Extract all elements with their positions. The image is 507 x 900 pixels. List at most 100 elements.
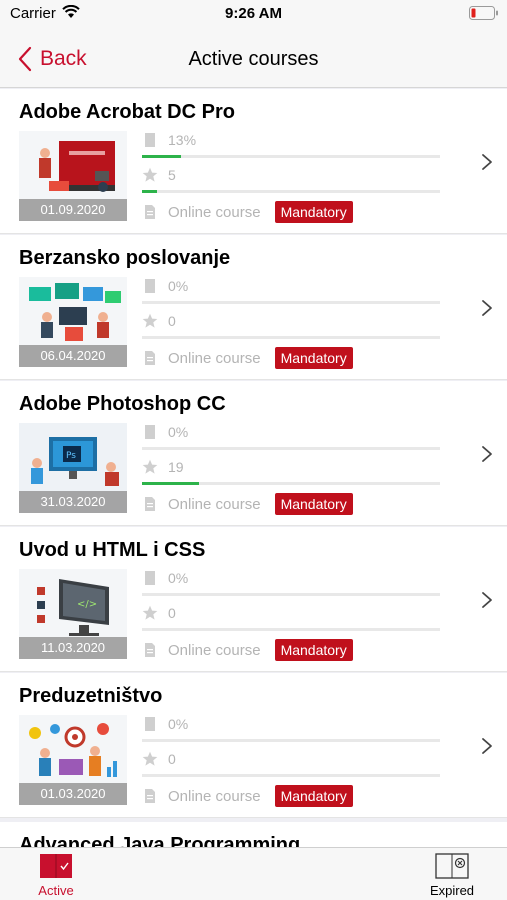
course-list[interactable]: Adobe Acrobat DC Pro 01.09.2020 13% 5 On… [0, 89, 507, 847]
progress-row: 0% [142, 278, 188, 294]
document-icon [145, 717, 155, 731]
type-row: Online course Mandatory [142, 201, 353, 223]
navigation-bar: Back Active courses [0, 28, 507, 88]
chevron-right-icon [482, 154, 492, 170]
score-bar [142, 628, 440, 631]
mandatory-badge: Mandatory [274, 639, 353, 661]
courses-book-icon [40, 854, 72, 878]
course-thumbnail: 01.03.2020 [19, 715, 127, 805]
course-item-partial[interactable]: Advanced Java Programming [0, 822, 507, 847]
mandatory-badge: Mandatory [274, 785, 353, 807]
course-type: Online course [168, 203, 261, 221]
progress-row: 0% [142, 424, 188, 440]
tab-active-label: Active [38, 883, 74, 898]
document-icon [145, 425, 155, 439]
score-bar [142, 336, 440, 339]
page-icon [145, 351, 155, 365]
course-date: 11.03.2020 [19, 637, 127, 659]
course-item[interactable]: Berzansko poslovanje 06.04.2020 0% 0 Onl… [0, 235, 507, 380]
page-icon [145, 643, 155, 657]
page-icon [145, 497, 155, 511]
mandatory-badge: Mandatory [274, 201, 353, 223]
tab-active[interactable]: Active [24, 848, 88, 900]
score-bar [142, 482, 440, 485]
course-title: Preduzetništvo [19, 685, 163, 707]
page-icon [145, 205, 155, 219]
tab-expired-label: Expired [429, 883, 475, 898]
type-row: Online course Mandatory [142, 347, 353, 369]
type-row: Online course Mandatory [142, 639, 353, 661]
score-bar [142, 774, 440, 777]
course-date: 01.03.2020 [19, 783, 127, 805]
score-row: 0 [142, 751, 176, 767]
course-type: Online course [168, 495, 261, 513]
progress-bar [142, 301, 440, 304]
course-item[interactable]: Adobe Acrobat DC Pro 01.09.2020 13% 5 On… [0, 89, 507, 234]
progress-bar [142, 593, 440, 596]
star-icon [142, 459, 158, 474]
course-thumbnail: 06.04.2020 [19, 277, 127, 367]
progress-bar [142, 447, 440, 450]
progress-value: 0% [168, 424, 189, 440]
course-thumbnail: 01.09.2020 [19, 131, 127, 221]
score-bar-fill [142, 482, 199, 485]
score-row: 5 [142, 167, 176, 183]
course-item[interactable]: Preduzetništvo 01.03.2020 0% 0 Online co… [0, 673, 507, 818]
course-title: Advanced Java Programming [19, 834, 301, 847]
course-title: Berzansko poslovanje [19, 247, 231, 269]
chevron-right-icon [482, 300, 492, 316]
progress-value: 0% [168, 570, 189, 586]
course-title: Adobe Acrobat DC Pro [19, 101, 235, 123]
page-title: Active courses [188, 48, 319, 70]
battery-icon [469, 6, 499, 20]
course-type: Online course [168, 641, 261, 659]
progress-value: 0% [168, 278, 189, 294]
course-date: 01.09.2020 [19, 199, 127, 221]
progress-row: 0% [142, 716, 188, 732]
course-date: 06.04.2020 [19, 345, 127, 367]
type-row: Online course Mandatory [142, 785, 353, 807]
score-row: 0 [142, 605, 176, 621]
score-value: 0 [168, 605, 176, 621]
score-bar [142, 190, 440, 193]
star-icon [142, 751, 158, 766]
svg-text:Ps: Ps [66, 451, 76, 461]
chevron-right-icon [482, 738, 492, 754]
progress-row: 13% [142, 132, 196, 148]
progress-bar-fill [142, 155, 181, 158]
course-item[interactable]: Adobe Photoshop CC Ps 31.03.2020 0% 19 O… [0, 381, 507, 526]
score-row: 19 [142, 459, 184, 475]
mandatory-badge: Mandatory [274, 347, 353, 369]
progress-bar [142, 739, 440, 742]
tab-bar: Active Expired [0, 847, 507, 900]
score-value: 0 [168, 313, 176, 329]
course-item[interactable]: Uvod u HTML i CSS </> 11.03.2020 0% 0 On… [0, 527, 507, 672]
progress-bar [142, 155, 440, 158]
progress-value: 0% [168, 716, 189, 732]
score-value: 19 [168, 459, 184, 475]
score-value: 0 [168, 751, 176, 767]
score-value: 5 [168, 167, 176, 183]
course-title: Uvod u HTML i CSS [19, 539, 206, 561]
star-icon [142, 313, 158, 328]
course-date: 31.03.2020 [19, 491, 127, 513]
progress-value: 13% [168, 132, 197, 148]
type-row: Online course Mandatory [142, 493, 353, 515]
course-title: Adobe Photoshop CC [19, 393, 226, 415]
document-icon [145, 133, 155, 147]
mandatory-badge: Mandatory [274, 493, 353, 515]
course-thumbnail: Ps 31.03.2020 [19, 423, 127, 513]
score-bar-fill [142, 190, 157, 193]
tab-expired[interactable]: Expired [420, 848, 484, 900]
chevron-right-icon [482, 592, 492, 608]
expired-book-icon [435, 853, 469, 879]
page-icon [145, 789, 155, 803]
status-bar: Carrier 9:26 AM [0, 0, 507, 28]
star-icon [142, 167, 158, 182]
course-thumbnail: </> 11.03.2020 [19, 569, 127, 659]
svg-text:</>: </> [77, 599, 97, 610]
score-row: 0 [142, 313, 176, 329]
clock: 9:26 AM [225, 5, 282, 22]
progress-row: 0% [142, 570, 188, 586]
star-icon [142, 605, 158, 620]
